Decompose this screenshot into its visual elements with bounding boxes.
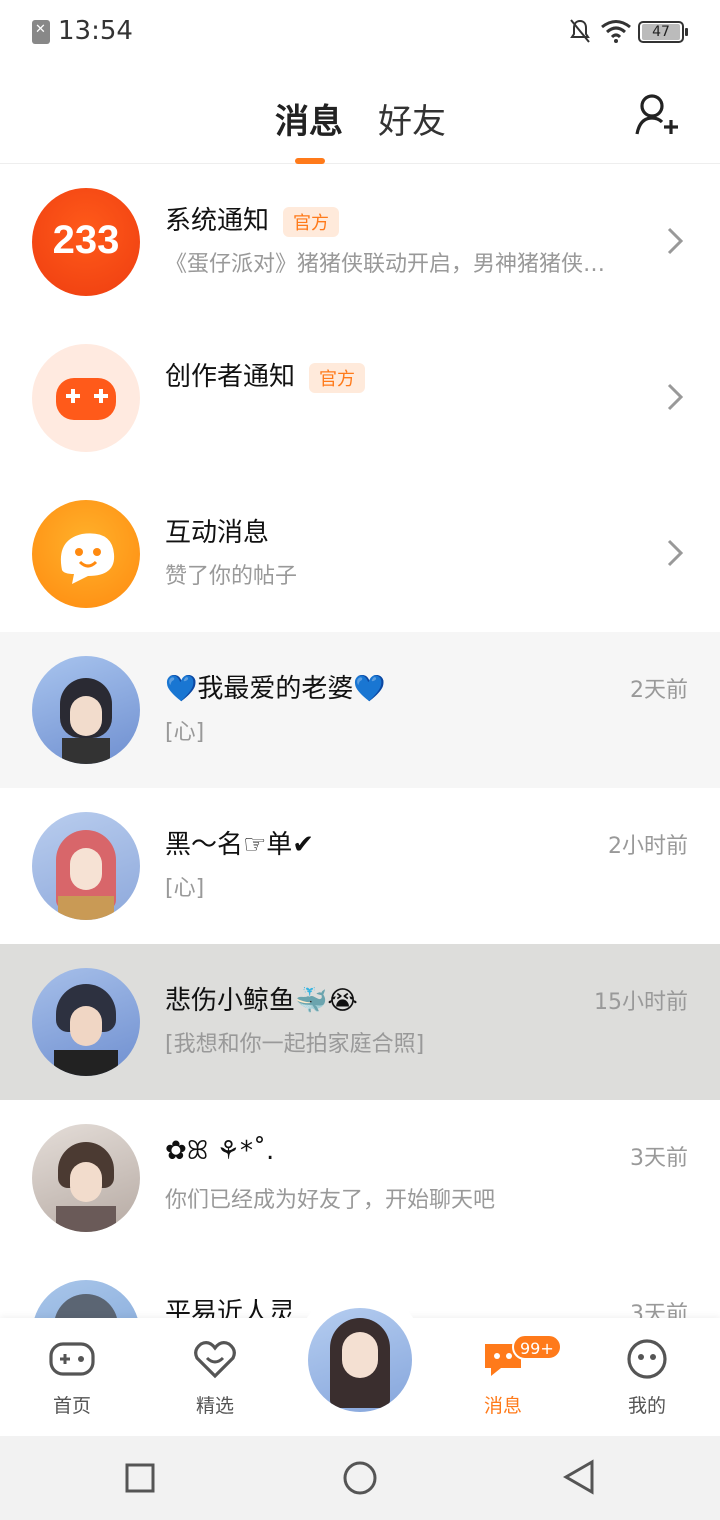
row-title: 创作者通知 官方: [165, 356, 366, 393]
tab-messages[interactable]: 消息: [275, 94, 343, 143]
header: 消息 好友: [0, 66, 720, 164]
nav-profile[interactable]: 我的: [602, 1338, 692, 1418]
back-icon[interactable]: [560, 1458, 596, 1496]
gamepad-icon: [56, 378, 116, 420]
nav-featured[interactable]: 精选: [170, 1338, 260, 1418]
chevron-right-icon: [667, 383, 684, 411]
notification-muted-icon: [570, 19, 590, 43]
chat-message: [我想和你一起拍家庭合照]: [165, 1032, 425, 1057]
status-bar: 13:54 47: [0, 0, 720, 66]
nav-label: 我的: [627, 1395, 666, 1417]
avatar: [32, 1124, 140, 1232]
creator-notice-avatar: [32, 344, 140, 452]
list-item-creator-notice[interactable]: 创作者通知 官方: [0, 320, 720, 476]
chat-time: 2小时前: [608, 834, 688, 859]
message-count-badge: 99+: [512, 1334, 562, 1360]
chat-time: 15小时前: [594, 990, 688, 1015]
avatar: [32, 656, 140, 764]
system-notice-avatar: 233: [32, 188, 140, 296]
wifi-icon: [601, 20, 631, 43]
face-icon: [627, 1339, 667, 1379]
battery-level: 47: [642, 24, 680, 40]
chat-row[interactable]: 💙我最爱的老婆💙 [心] 2天前: [0, 632, 720, 788]
tab-friends[interactable]: 好友: [378, 94, 446, 143]
heart-icon: [194, 1341, 236, 1379]
chat-name: 黑～名☞单✔: [165, 830, 315, 860]
chat-row[interactable]: ✿ꕤ ⚘*˚. 你们已经成为好友了，开始聊天吧 3天前: [0, 1100, 720, 1256]
row-title-text: 系统通知: [165, 206, 270, 236]
bottom-nav: 首页 精选 消息 99+ 我的: [0, 1288, 720, 1436]
home-icon[interactable]: [342, 1460, 378, 1496]
row-title: 系统通知 官方: [165, 200, 340, 237]
chat-time: 3天前: [630, 1146, 688, 1171]
gamepad-icon: [49, 1342, 95, 1376]
chevron-right-icon: [667, 227, 684, 255]
smiley-chat-icon: [60, 533, 115, 584]
avatar-233-text: 233: [52, 218, 120, 262]
avatar: [32, 812, 140, 920]
official-badge: 官方: [283, 206, 340, 237]
system-nav-bar: [0, 1436, 720, 1520]
nav-label: 首页: [52, 1395, 91, 1417]
chat-message: [心]: [165, 876, 205, 901]
row-subtitle: 赞了你的帖子: [165, 564, 298, 589]
status-time: 13:54: [58, 16, 133, 46]
add-user-icon[interactable]: [634, 92, 680, 138]
sim-icon: [32, 20, 50, 44]
row-title-text: 创作者通知: [165, 362, 296, 392]
nav-home[interactable]: 首页: [27, 1338, 117, 1418]
chat-row[interactable]: 悲伤小鲸鱼🐳😭 [我想和你一起拍家庭合照] 15小时前: [0, 944, 720, 1100]
recents-icon[interactable]: [124, 1462, 156, 1494]
chat-time: 2天前: [630, 678, 688, 703]
chat-message: [心]: [165, 720, 205, 745]
official-badge: 官方: [309, 362, 366, 393]
nav-label: 消息: [483, 1395, 522, 1417]
battery-icon: 47: [638, 21, 688, 43]
center-avatar-button[interactable]: [304, 1304, 416, 1416]
avatar: [32, 968, 140, 1076]
interaction-avatar: [32, 500, 140, 608]
chat-message: 你们已经成为好友了，开始聊天吧: [165, 1188, 496, 1213]
list-item-interaction[interactable]: 互动消息 赞了你的帖子: [0, 476, 720, 632]
row-title: 互动消息: [165, 518, 270, 548]
chat-row[interactable]: 黑～名☞单✔ [心] 2小时前: [0, 788, 720, 944]
nav-label: 精选: [195, 1395, 234, 1417]
chat-name: 悲伤小鲸鱼🐳😭: [165, 986, 358, 1016]
chevron-right-icon: [667, 539, 684, 567]
row-subtitle: 《蛋仔派对》猪猪侠联动开启，男神猪猪侠…: [165, 252, 606, 277]
list-item-system-notice[interactable]: 233 系统通知 官方 《蛋仔派对》猪猪侠联动开启，男神猪猪侠…: [0, 164, 720, 320]
chat-name: 💙我最爱的老婆💙: [165, 674, 386, 704]
chat-name: ✿ꕤ ⚘*˚.: [165, 1136, 275, 1166]
